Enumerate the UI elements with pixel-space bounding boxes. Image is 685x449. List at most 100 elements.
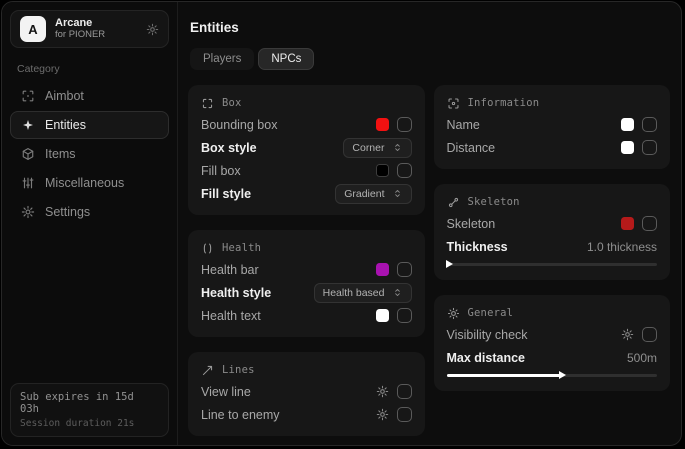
card-header: General [447,303,658,323]
card-title: Information [468,97,540,109]
slider-handle[interactable] [559,371,566,379]
gear-icon [21,205,35,219]
unfold-icon [392,287,403,298]
checkbox[interactable] [397,117,412,132]
card-title: Health [222,242,261,254]
card-box: BoxBounding boxBox styleCornerFill boxFi… [188,85,425,215]
row-controls [376,384,412,399]
card-title: Skeleton [468,196,520,208]
unfold-icon [392,142,403,153]
color-swatch[interactable] [621,141,634,154]
gear-icon[interactable] [376,385,389,398]
thickness-slider[interactable] [447,259,658,270]
crosshair-icon [21,89,35,103]
checkbox[interactable] [397,262,412,277]
row-label: Visibility check [447,328,528,342]
sidebar-item-label: Miscellaneous [45,176,124,190]
checkbox[interactable] [642,216,657,231]
card-information: Information Name Distance [434,85,671,169]
row-line-to-enemy: Line to enemy [201,403,412,426]
row-controls [621,117,657,132]
subscription-card: Sub expires in 15d 03h Session duration … [10,383,169,437]
slider-track [447,263,658,266]
checkbox[interactable] [397,163,412,178]
entities-icon [21,118,35,132]
checkbox[interactable] [397,384,412,399]
health-style-dropdown[interactable]: Health based [314,283,412,303]
color-swatch[interactable] [621,217,634,230]
checkbox[interactable] [642,327,657,342]
row-controls [376,117,412,132]
card-title: Box [222,97,242,109]
checkbox[interactable] [642,140,657,155]
logo-letter: A [28,22,37,37]
sun-icon [447,307,460,320]
row-label: Skeleton [447,217,496,231]
sidebar-item-aimbot[interactable]: Aimbot [10,82,169,110]
sub-expiry-text: Sub expires in 15d 03h [20,391,159,415]
page-title: Entities [190,20,670,35]
slider-handle[interactable] [446,260,453,268]
box-style-dropdown[interactable]: Corner [343,138,411,158]
sidebar-item-label: Aimbot [45,89,84,103]
row-health-style: Health style Health based [201,281,412,304]
tab-players[interactable]: Players [190,48,254,70]
card-skeleton: Skeleton Skeleton Thickness1.0 thickness [434,184,671,280]
row-thickness: Thickness1.0 thickness [447,235,658,258]
row-box-style: Box style Corner [201,136,412,159]
focus-icon [447,97,460,110]
row-skeleton: Skeleton [447,212,658,235]
card-title: Lines [222,364,255,376]
gear-icon[interactable] [376,408,389,421]
gear-icon[interactable] [146,23,159,36]
color-swatch[interactable] [621,118,634,131]
row-label: Health text [201,309,261,323]
row-controls: Corner [343,138,411,158]
card-health: HealthHealth barHealth styleHealth based… [188,230,425,337]
card-header: Box [201,93,412,113]
gear-icon[interactable] [621,328,634,341]
row-distance: Distance [447,136,658,159]
checkbox[interactable] [397,407,412,422]
max-distance-value: 500m [627,351,657,365]
row-controls: Gradient [335,184,411,204]
bone-icon [447,196,460,209]
dropdown-value: Gradient [344,188,384,200]
row-label: Line to enemy [201,408,280,422]
fill-style-dropdown[interactable]: Gradient [335,184,411,204]
row-controls: 500m [627,351,657,365]
row-controls [376,308,412,323]
sidebar: A Arcane for PIONER Category AimbotEntit… [2,2,178,445]
parentheses-icon [201,242,214,255]
row-controls [376,163,412,178]
brand-text: Arcane for PIONER [55,17,105,42]
sidebar-nav: Aimbot EntitiesItems Miscellaneous Settings [10,82,169,226]
color-swatch[interactable] [376,118,389,131]
checkbox[interactable] [642,117,657,132]
row-label: Box style [201,141,257,155]
row-fill-style: Fill styleGradient [201,182,412,205]
row-controls [376,407,412,422]
row-label: Max distance [447,351,526,365]
sidebar-item-entities[interactable]: Entities [10,111,169,139]
sidebar-item-settings[interactable]: Settings [10,198,169,226]
row-label: Health style [201,286,271,300]
max-distance-slider[interactable] [447,370,658,381]
sidebar-item-items[interactable]: Items [10,140,169,168]
checkbox[interactable] [397,308,412,323]
tab-npcs[interactable]: NPCs [258,48,314,70]
row-controls [621,327,657,342]
right-column: Information Name Distance Skeleton Skeleton T… [434,85,671,391]
color-swatch[interactable] [376,309,389,322]
sidebar-item-miscellaneous[interactable]: Miscellaneous [10,169,169,197]
color-swatch[interactable] [376,263,389,276]
unfold-icon [392,188,403,199]
slider-fill [447,374,563,377]
card-title: General [468,307,514,319]
color-swatch[interactable] [376,164,389,177]
row-controls [621,216,657,231]
row-label: Bounding box [201,118,277,132]
row-label: Name [447,118,480,132]
session-duration-text: Session duration 21s [20,418,159,429]
brand-subtitle: for PIONER [55,30,105,41]
